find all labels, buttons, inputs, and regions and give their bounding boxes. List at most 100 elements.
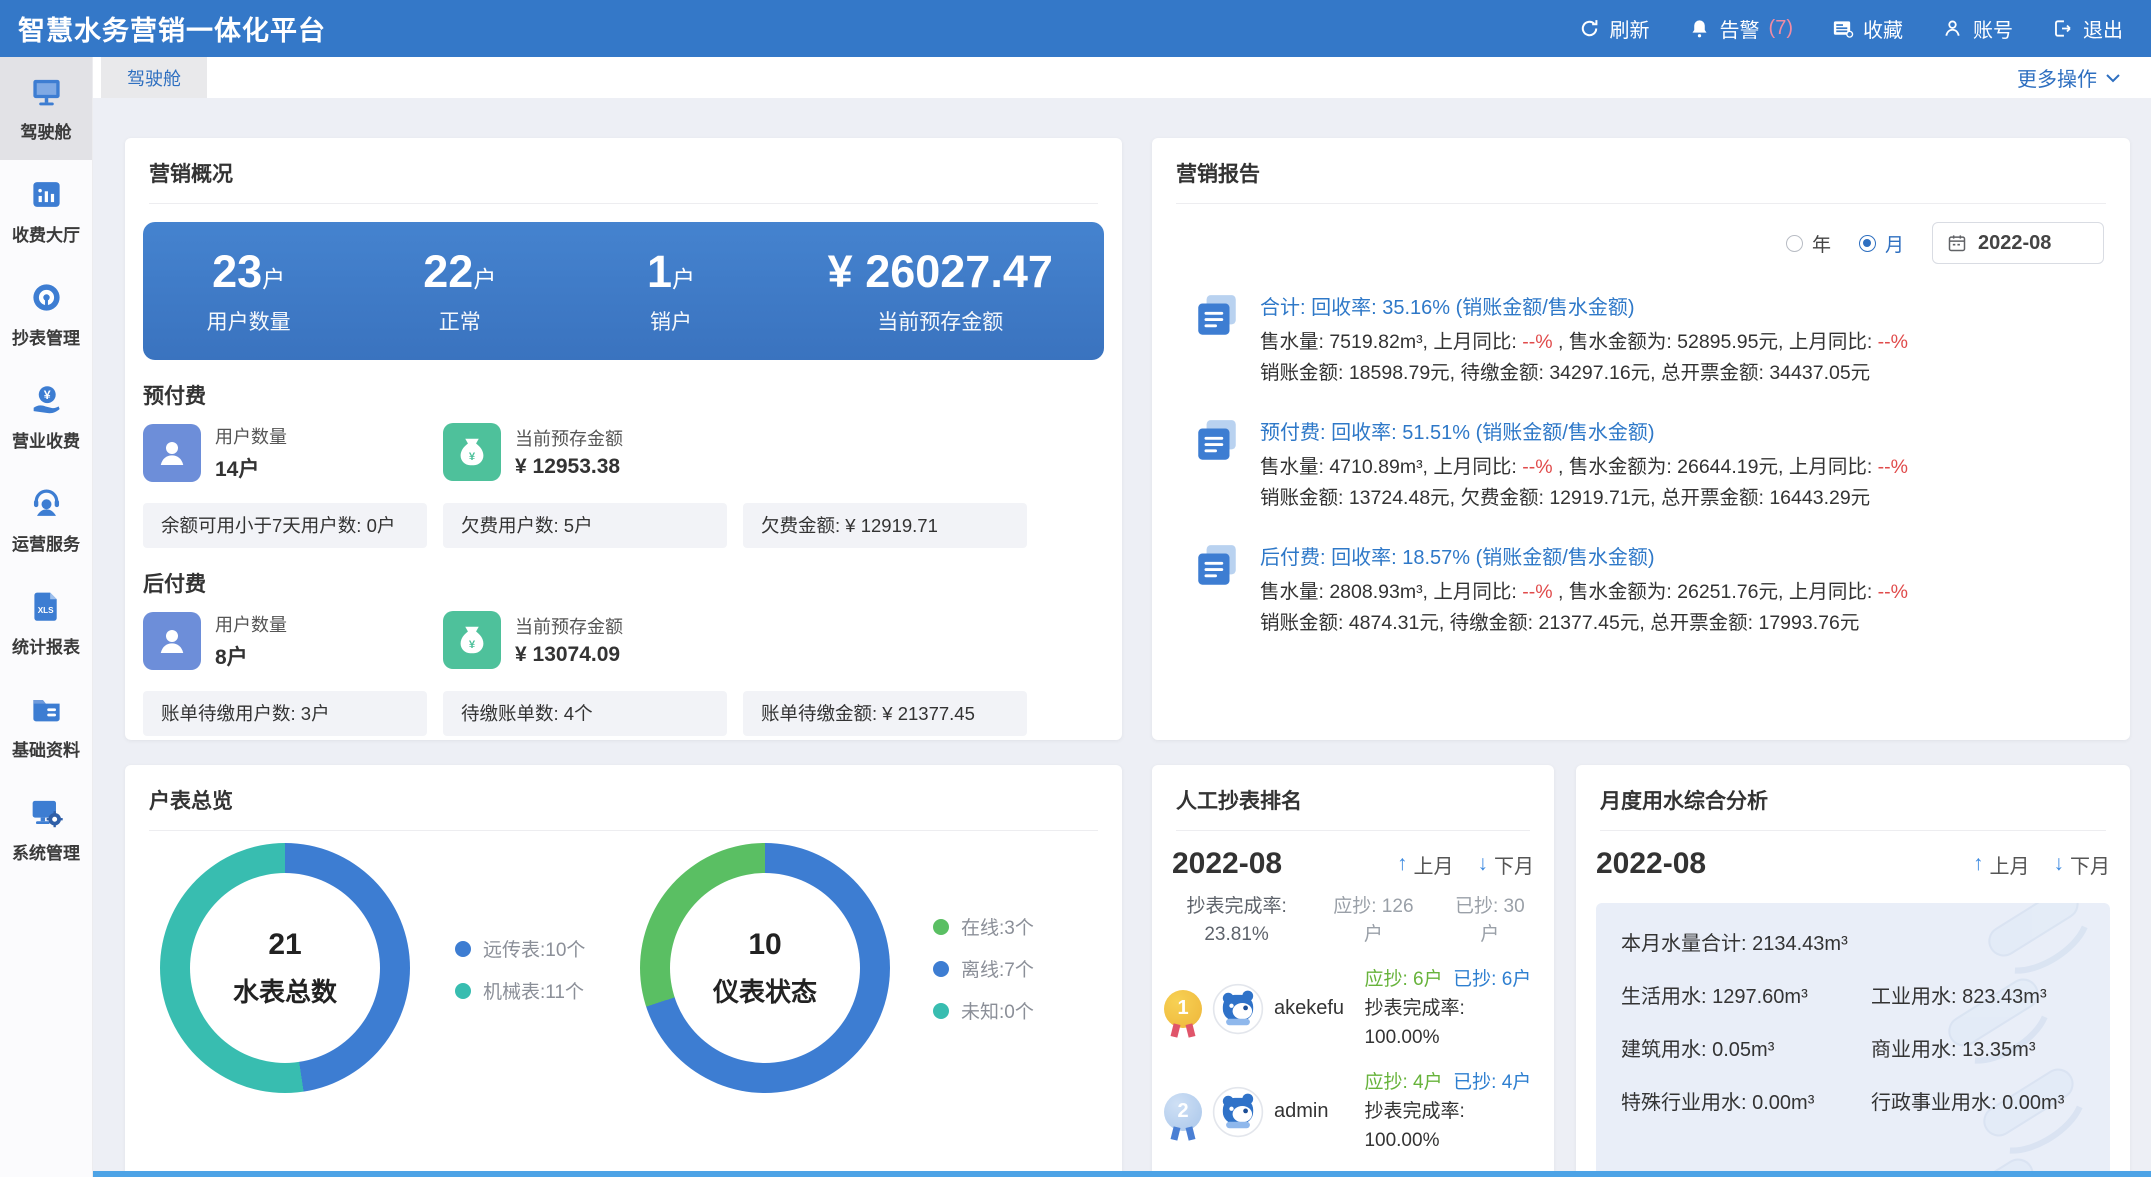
done-count: 已抄: 4户 xyxy=(1453,1072,1531,1093)
donut-center-label: 10 仪表状态 xyxy=(640,843,890,1093)
money-tile: ¥ xyxy=(443,611,501,669)
legend-dot xyxy=(455,941,471,957)
avatar xyxy=(1212,1086,1264,1138)
user-tile xyxy=(143,424,201,482)
report-text: , 售水金额为: 26251.76元, 上月同比: xyxy=(1553,581,1878,603)
prev-month-label: 上月 xyxy=(1414,850,1454,879)
month-picker-input[interactable]: 2022-08 xyxy=(1932,222,2104,264)
sidebar-item-label: 运营服务 xyxy=(12,530,80,555)
sidebar-item-label: 统计报表 xyxy=(12,633,80,658)
app-root: 智慧水务营销一体化平台 刷新 告警 (7) 收藏 账号 退出 xyxy=(0,0,2151,1177)
more-actions-button[interactable]: 更多操作 xyxy=(2017,63,2121,92)
usage-value: 行政事业用水: 0.00m³ xyxy=(1871,1086,2110,1115)
done-stat: 已抄: 30 户 xyxy=(1432,893,1548,949)
completion-rate-stat: 抄表完成率: 23.81% xyxy=(1158,893,1315,949)
sidebar-item-label: 基础资料 xyxy=(12,736,80,761)
donut-value: 21 xyxy=(268,928,301,962)
report-item-title: 合计: 回收率: 35.16% (销账金额/售水金额) xyxy=(1260,291,1908,320)
collect-icon xyxy=(1831,17,1854,40)
radio-month[interactable]: 月 xyxy=(1859,230,1904,257)
summary-value: 1 xyxy=(647,246,672,297)
postpaid-deposit-stat: ¥ 当前预存金额 ¥ 13074.09 xyxy=(443,611,623,669)
gold-medal-icon: 1 xyxy=(1164,990,1202,1028)
summary-users: 23户 用户数量 xyxy=(143,246,354,336)
prev-month-label: 上月 xyxy=(1990,850,2030,879)
legend-text: 在线:3个 xyxy=(961,913,1034,940)
silver-medal-icon: 2 xyxy=(1164,1093,1202,1131)
xls-file-icon: XLS xyxy=(29,589,64,624)
alarm-button[interactable]: 告警 (7) xyxy=(1688,14,1793,43)
legend-item: 未知:0个 xyxy=(933,997,1034,1024)
panel-title: 营销报告 xyxy=(1176,138,2106,204)
row-rate: 抄表完成率: 100.00% xyxy=(1364,994,1542,1052)
bar-chart-icon xyxy=(29,177,64,212)
prepaid-users-stat: 用户数量 14户 xyxy=(143,423,287,483)
next-month-button[interactable]: ↓下月 xyxy=(2054,850,2111,879)
summary-label: 当前预存金额 xyxy=(777,306,1104,336)
gauge-icon xyxy=(29,280,64,315)
favorite-button[interactable]: 收藏 xyxy=(1831,14,1903,43)
report-text: , 售水金额为: 26644.19元, 上月同比: xyxy=(1553,456,1878,478)
app-title: 智慧水务营销一体化平台 xyxy=(18,9,326,48)
arrow-up-icon: ↑ xyxy=(1973,852,1984,876)
logout-label: 退出 xyxy=(2083,14,2123,43)
sidebar-item-business-charging[interactable]: ¥ 营业收费 xyxy=(0,366,92,469)
bell-icon xyxy=(1688,17,1711,40)
tab-dashboard[interactable]: 驾驶舱 xyxy=(101,57,207,98)
legend-text: 离线:7个 xyxy=(961,955,1034,982)
sidebar-item-basic-data[interactable]: 基础资料 xyxy=(0,675,92,778)
legend-item: 离线:7个 xyxy=(933,955,1034,982)
svg-text:¥: ¥ xyxy=(43,388,50,402)
radio-month-circle[interactable] xyxy=(1859,235,1876,252)
stat-value: ¥ 13074.09 xyxy=(515,643,623,667)
headset-person-icon xyxy=(29,486,64,521)
legend-text: 机械表:11个 xyxy=(483,977,584,1004)
usage-value: 建筑用水: 0.05m³ xyxy=(1621,1033,1871,1062)
sidebar-item-label: 抄表管理 xyxy=(12,324,80,349)
ranking-row: 2 admin 应抄: 4户 已抄: 4户 抄表完成率: 100.00% xyxy=(1164,1068,1542,1155)
top-header: 智慧水务营销一体化平台 刷新 告警 (7) 收藏 账号 退出 xyxy=(0,0,2151,57)
sidebar-item-dashboard[interactable]: 驾驶舱 xyxy=(0,57,92,160)
usage-value: 生活用水: 1297.60m³ xyxy=(1621,980,1871,1009)
report-item-prepaid: 预付费: 回收率: 51.51% (销账金额/售水金额) 售水量: 4710.8… xyxy=(1192,416,2106,514)
report-delta: --% xyxy=(1878,456,1908,478)
account-button[interactable]: 账号 xyxy=(1941,14,2013,43)
radio-year-label: 年 xyxy=(1812,230,1831,257)
report-controls: 年 月 2022-08 xyxy=(1178,222,2104,264)
user-icon xyxy=(154,623,190,659)
monthly-row: 生活用水: 1297.60m³ 工业用水: 823.43m³ xyxy=(1621,980,2110,1009)
summary-label: 用户数量 xyxy=(143,306,354,336)
logout-button[interactable]: 退出 xyxy=(2051,14,2123,43)
summary-unit: 户 xyxy=(672,266,695,292)
month-picker-value: 2022-08 xyxy=(1978,232,2051,255)
sidebar-item-meter-reading[interactable]: 抄表管理 xyxy=(0,263,92,366)
calendar-icon xyxy=(1947,233,1967,253)
sidebar-item-operation-service[interactable]: 运营服务 xyxy=(0,469,92,572)
ranking-user-name: akekefu xyxy=(1274,997,1364,1020)
radio-year[interactable]: 年 xyxy=(1786,230,1831,257)
sidebar-nav: 驾驶舱 收费大厅 抄表管理 ¥ 营业收费 运营服务 XLS 统计报表 基础资料 … xyxy=(0,57,93,1177)
summary-label: 销户 xyxy=(565,306,776,336)
report-text: 售水量: 2808.93m³, 上月同比: xyxy=(1260,581,1522,603)
ranking-month-row: 2022-08 ↑上月 ↓下月 xyxy=(1172,847,1534,881)
report-item-title: 后付费: 回收率: 18.57% (销账金额/售水金额) xyxy=(1260,541,1908,570)
sidebar-item-charging-hall[interactable]: 收费大厅 xyxy=(0,160,92,263)
stat-unit: 户 xyxy=(1432,921,1548,949)
sidebar-item-system-management[interactable]: 系统管理 xyxy=(0,778,92,881)
report-doc-icon xyxy=(1192,291,1242,341)
next-month-label: 下月 xyxy=(1494,850,1534,879)
next-month-button[interactable]: ↓下月 xyxy=(1478,850,1535,879)
report-doc-icon xyxy=(1192,541,1242,591)
summary-value: 23 xyxy=(212,246,262,297)
more-actions-label: 更多操作 xyxy=(2017,63,2097,92)
sidebar-item-statistics-report[interactable]: XLS 统计报表 xyxy=(0,572,92,675)
alarm-badge: (7) xyxy=(1769,17,1793,40)
sidebar-item-label: 收费大厅 xyxy=(12,221,80,246)
refresh-label: 刷新 xyxy=(1610,14,1650,43)
donut-center-label: 21 水表总数 xyxy=(160,843,410,1093)
prev-month-button[interactable]: ↑上月 xyxy=(1973,850,2030,879)
arrow-up-icon: ↑ xyxy=(1397,852,1408,876)
refresh-button[interactable]: 刷新 xyxy=(1578,14,1650,43)
radio-year-circle[interactable] xyxy=(1786,235,1803,252)
prev-month-button[interactable]: ↑上月 xyxy=(1397,850,1454,879)
